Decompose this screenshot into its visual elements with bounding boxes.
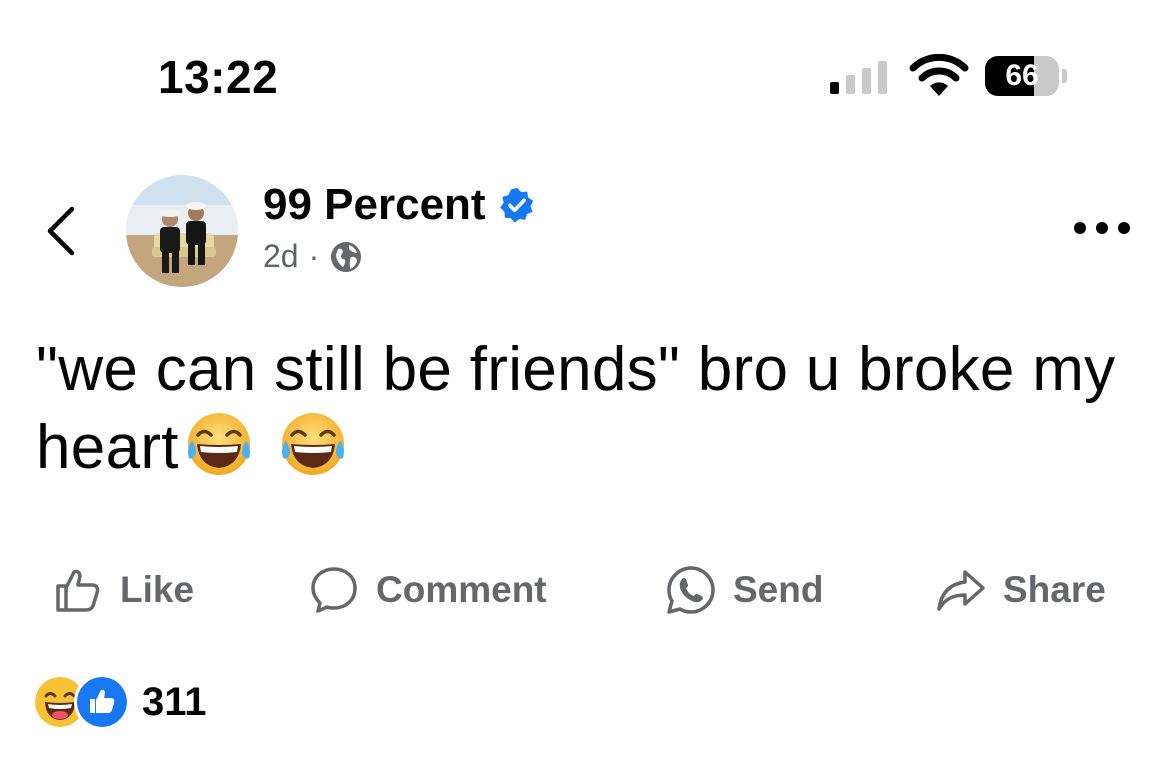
chevron-left-icon[interactable]	[42, 205, 78, 257]
like-reaction-icon	[74, 674, 130, 730]
meta-separator: ·	[308, 238, 320, 274]
avatar[interactable]	[126, 175, 238, 287]
avatar-photo	[126, 175, 238, 287]
like-button[interactable]: Like	[52, 562, 194, 618]
face-with-tears-of-joy-icon	[187, 412, 250, 475]
comment-button[interactable]: Comment	[308, 562, 547, 618]
verified-badge-icon	[499, 187, 533, 223]
battery-indicator: 66	[985, 56, 1059, 96]
like-label: Like	[120, 569, 195, 610]
share-label: Share	[1003, 569, 1106, 610]
reaction-summary[interactable]: 311	[32, 674, 207, 730]
share-button[interactable]: Share	[935, 562, 1106, 618]
face-with-tears-of-joy-icon	[281, 412, 344, 475]
wifi-icon	[909, 54, 969, 96]
page-name-text[interactable]: 99 Percent	[263, 180, 486, 230]
comment-bubble-icon	[311, 567, 357, 613]
more-horizontal-icon[interactable]	[1074, 220, 1132, 236]
post-meta: 2d ·	[263, 238, 363, 275]
post-time[interactable]: 2d	[263, 238, 299, 275]
page-name[interactable]: 99 Percent	[263, 180, 536, 230]
battery-percentage: 66	[1005, 59, 1039, 92]
whatsapp-icon	[667, 566, 715, 614]
comment-label: Comment	[376, 569, 547, 610]
battery-cap	[1062, 69, 1067, 83]
share-arrow-icon	[937, 570, 985, 611]
post-body: "we can still be friends" bro u broke my…	[36, 332, 1146, 485]
cellular-signal-icon	[830, 60, 892, 94]
status-time: 13:22	[158, 51, 279, 103]
emoji-group	[183, 408, 349, 480]
thumbs-up-icon	[56, 569, 100, 612]
globe-icon[interactable]	[329, 240, 363, 274]
send-button[interactable]: Send	[665, 562, 823, 618]
reaction-count[interactable]: 311	[142, 680, 207, 725]
send-label: Send	[733, 569, 824, 610]
